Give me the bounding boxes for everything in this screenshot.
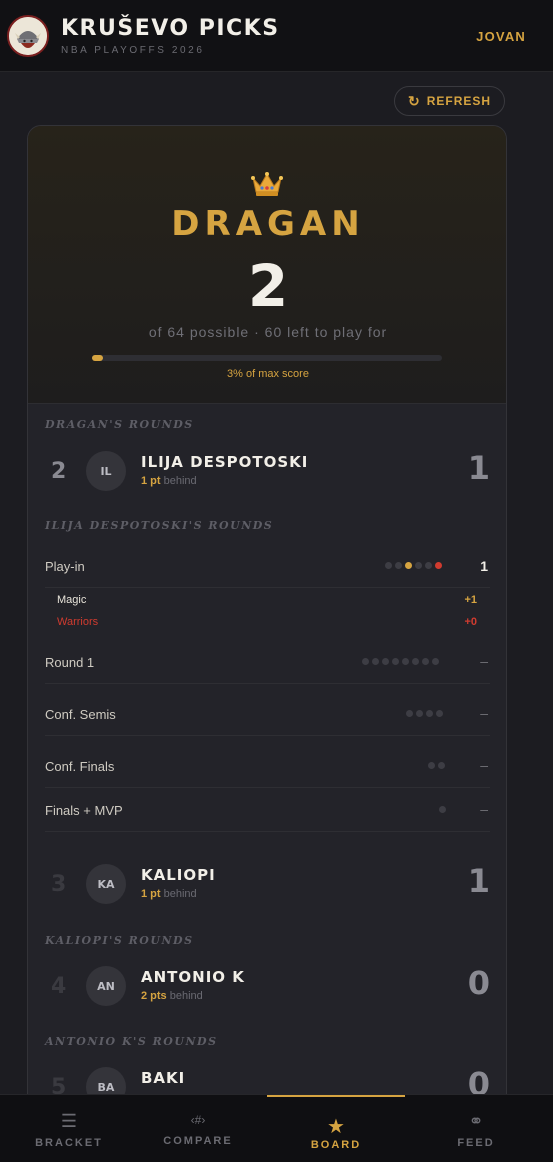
section-label[interactable]: KALIOPI'S ROUNDS: [45, 934, 194, 947]
pick-dot: [385, 562, 392, 569]
player-score: 1: [467, 862, 490, 900]
nav-compare[interactable]: ‹#› COMPARE: [129, 1095, 267, 1162]
round-row-round-1[interactable]: Round 1 –: [45, 644, 490, 684]
round-name: Finals + MVP: [45, 803, 123, 818]
player-rank: 2: [51, 459, 67, 484]
refresh-button[interactable]: ↻ REFRESH: [394, 86, 505, 116]
pick-dot: [402, 658, 409, 665]
nav-feed[interactable]: ⚭ FEED: [407, 1095, 545, 1162]
score-progress-bar: [92, 355, 442, 361]
points-behind: 2 pts behind: [141, 990, 203, 1002]
pick-dot: [362, 658, 369, 665]
player-score: 0: [467, 964, 490, 1002]
round-row-play-in[interactable]: Play-in 1: [45, 552, 490, 588]
avatar: AN: [86, 966, 126, 1006]
score-progress-fill: [92, 355, 103, 361]
player-row[interactable]: 2 IL ILIJA DESPOTOSKI 1 pt behind 1: [28, 449, 506, 501]
round-row-conf-finals[interactable]: Conf. Finals –: [45, 736, 490, 788]
refresh-icon: ↻: [407, 92, 421, 109]
player-name: ILIJA DESPOTOSKI: [141, 453, 309, 471]
round-score: 1: [480, 558, 488, 574]
pick-dot: [392, 658, 399, 665]
section-label[interactable]: ANTONIO K'S ROUNDS: [45, 1035, 218, 1048]
round-score: –: [480, 705, 488, 721]
leaderboard-card: DRAGAN 2 of 64 possible · 60 left to pla…: [27, 125, 507, 1115]
player-row[interactable]: 4 AN ANTONIO K 2 pts behind 0: [28, 964, 506, 1016]
pick-dot: [438, 762, 445, 769]
app-header: KRUŠEVO PICKS NBA PLAYOFFS 2026 JOVAN: [0, 0, 553, 72]
avatar: IL: [86, 451, 126, 491]
pick-dot: [395, 562, 402, 569]
possible-points-text: of 64 possible · 60 left to play for: [148, 324, 388, 340]
bottom-nav: ☰ BRACKET ‹#› COMPARE ★ BOARD ⚭ FEED: [0, 1094, 553, 1162]
pick-dots: [362, 658, 439, 665]
round-row-finals-mvp[interactable]: Finals + MVP –: [45, 788, 490, 832]
nav-label: FEED: [457, 1137, 495, 1149]
pick-dots: [428, 762, 445, 769]
pick-dot: [422, 658, 429, 665]
points-behind: 1 pt behind: [141, 888, 197, 900]
menu-icon: ☰: [60, 1111, 78, 1131]
compare-icon: ‹#›: [190, 1113, 206, 1127]
leader-hero: DRAGAN 2 of 64 possible · 60 left to pla…: [28, 126, 506, 404]
pick-dot: [435, 562, 442, 569]
leader-score: 2: [247, 252, 289, 320]
pick-dot: [436, 710, 443, 717]
pick-dot: [426, 710, 433, 717]
pick-dot: [412, 658, 419, 665]
points-behind: 1 pt behind: [141, 475, 197, 487]
round-name: Conf. Semis: [45, 707, 116, 722]
pick-dot: [416, 710, 423, 717]
crown-icon: [251, 172, 283, 196]
round-name: Conf. Finals: [45, 759, 115, 774]
pick-team: Warriors: [57, 616, 99, 628]
pick-dot: [415, 562, 422, 569]
nav-label: BRACKET: [35, 1137, 103, 1149]
round-score: –: [480, 653, 488, 669]
star-icon: ★: [327, 1116, 345, 1138]
app-subtitle: NBA PLAYOFFS 2026: [61, 45, 205, 56]
nav-bracket[interactable]: ☰ BRACKET: [0, 1095, 138, 1162]
pick-dot: [382, 658, 389, 665]
nav-board[interactable]: ★ BOARD: [267, 1095, 405, 1162]
round-score: –: [480, 757, 488, 773]
section-label[interactable]: ILIJA DESPOTOSKI'S ROUNDS: [45, 519, 273, 532]
pick-dot: [406, 710, 413, 717]
pick-dot: [405, 562, 412, 569]
nav-label: COMPARE: [163, 1135, 233, 1147]
player-name: KALIOPI: [141, 866, 216, 884]
pick-team: Magic: [57, 594, 87, 606]
section-label[interactable]: DRAGAN'S ROUNDS: [45, 418, 194, 431]
player-name: ANTONIO K: [141, 968, 245, 986]
pick-dot: [425, 562, 432, 569]
pick-dots: [385, 562, 442, 569]
viking-helmet-logo[interactable]: [7, 15, 49, 57]
pick-dot: [372, 658, 379, 665]
pick-dot: [432, 658, 439, 665]
pick-dots: [439, 806, 446, 813]
pick-points: +1: [464, 594, 477, 606]
user-menu[interactable]: JOVAN: [476, 29, 526, 44]
round-name: Round 1: [45, 655, 95, 670]
avatar: KA: [86, 864, 126, 904]
nav-label: BOARD: [310, 1139, 362, 1151]
progress-label: 3% of max score: [227, 368, 309, 380]
pick-points: +0: [464, 616, 477, 628]
app-title: KRUŠEVO PICKS: [61, 16, 280, 41]
pick-dots: [406, 710, 443, 717]
round-name: Play-in: [45, 559, 85, 574]
round-score: –: [480, 801, 488, 817]
player-name: BAKI: [141, 1069, 186, 1087]
refresh-label: REFRESH: [426, 94, 492, 108]
pick-dot: [428, 762, 435, 769]
pick-dot: [439, 806, 446, 813]
player-row[interactable]: 3 KA KALIOPI 1 pt behind 1: [28, 862, 506, 914]
player-rank: 3: [51, 872, 67, 897]
player-score: 1: [467, 449, 490, 487]
leader-name: DRAGAN: [171, 204, 365, 244]
player-rank: 4: [51, 974, 67, 999]
round-row-conf-semis[interactable]: Conf. Semis –: [45, 684, 490, 736]
feed-icon: ⚭: [468, 1111, 484, 1131]
